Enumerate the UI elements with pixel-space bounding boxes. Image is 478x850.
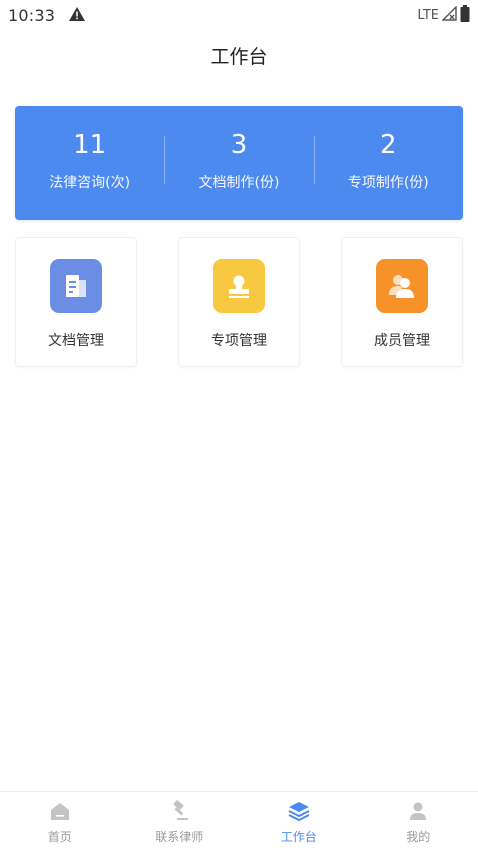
- stats-card: 11 法律咨询(次) 3 文档制作(份) 2 专项制作(份): [15, 106, 463, 220]
- stat-value: 3: [230, 130, 248, 160]
- stat-special-creation[interactable]: 2 专项制作(份): [313, 106, 463, 220]
- gavel-icon: [167, 799, 191, 823]
- stamp-icon: [213, 259, 265, 313]
- nav-label: 首页: [47, 830, 72, 844]
- tile-label: 文档管理: [48, 333, 104, 349]
- status-time: 10:33: [8, 5, 56, 25]
- stat-document-creation[interactable]: 3 文档制作(份): [164, 106, 313, 220]
- page-title: 工作台: [210, 46, 268, 68]
- signal-icon: [441, 4, 457, 25]
- nav-label: 工作台: [280, 830, 317, 844]
- tile-label: 成员管理: [374, 333, 430, 349]
- nav-label: 我的: [406, 830, 431, 844]
- tile-special-management[interactable]: 专项管理: [178, 237, 300, 367]
- stat-value: 2: [380, 130, 397, 160]
- network-type: LTE: [417, 7, 439, 23]
- stat-legal-consultation[interactable]: 11 法律咨询(次): [15, 106, 164, 220]
- nav-item-mine[interactable]: 我的: [359, 792, 478, 850]
- stat-label: 专项制作(份): [347, 175, 429, 191]
- alert-icon: [69, 6, 86, 25]
- nav-item-home[interactable]: 首页: [0, 792, 120, 850]
- tile-member-management[interactable]: 成员管理: [341, 237, 463, 367]
- management-tiles: 文档管理 专项管理 成员管理: [15, 237, 463, 367]
- status-bar: 10:33 LTE: [0, 0, 478, 30]
- nav-item-workbench[interactable]: 工作台: [239, 792, 359, 850]
- battery-icon: [460, 4, 470, 26]
- layers-icon: [287, 799, 311, 823]
- document-building-icon: [50, 259, 102, 313]
- stat-value: 11: [73, 130, 107, 160]
- user-icon: [406, 799, 430, 823]
- tile-label: 专项管理: [211, 333, 267, 349]
- tile-document-management[interactable]: 文档管理: [15, 237, 137, 367]
- members-icon: [376, 259, 428, 313]
- nav-item-contact-lawyer[interactable]: 联系律师: [120, 792, 240, 850]
- stat-label: 法律咨询(次): [49, 175, 131, 191]
- stat-label: 文档制作(份): [198, 175, 280, 191]
- bottom-nav: 首页 联系律师 工作台 我的: [0, 791, 478, 850]
- home-icon: [48, 799, 72, 823]
- nav-label: 联系律师: [155, 830, 204, 844]
